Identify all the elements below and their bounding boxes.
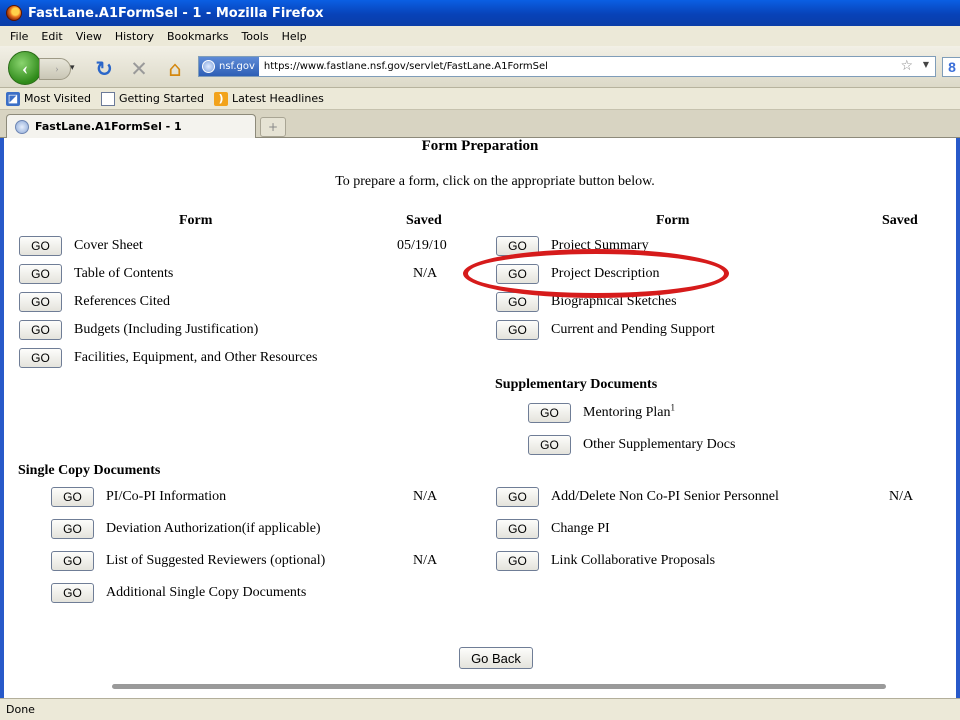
mentoring-plan-text: Mentoring Plan: [583, 405, 671, 420]
new-tab-button[interactable]: +: [260, 117, 286, 137]
intro-text: To prepare a form, click on the appropri…: [335, 174, 655, 189]
globe-icon: [202, 60, 215, 73]
form-label-deviation-authorization: Deviation Authorization(if applicable): [106, 521, 321, 536]
menu-file[interactable]: File: [10, 30, 28, 43]
plus-icon: +: [267, 120, 279, 134]
go-button-table-of-contents[interactable]: GO: [19, 264, 62, 284]
go-back-button[interactable]: Go Back: [459, 647, 533, 669]
back-button[interactable]: ‹: [8, 51, 42, 85]
bookmark-label: Latest Headlines: [232, 92, 324, 105]
firefox-icon: [6, 5, 22, 21]
status-text: Done: [6, 703, 35, 716]
home-icon[interactable]: ⌂: [162, 56, 188, 82]
go-button-link-collaborative[interactable]: GO: [496, 551, 539, 571]
menu-tools[interactable]: Tools: [241, 30, 268, 43]
bookmark-most-visited[interactable]: ◪ Most Visited: [6, 91, 91, 106]
go-button-suggested-reviewers[interactable]: GO: [51, 551, 94, 571]
form-label-senior-personnel: Add/Delete Non Co-PI Senior Personnel: [551, 489, 779, 504]
header-form-left: Form: [179, 213, 213, 228]
form-label-pi-info: PI/Co-PI Information: [106, 489, 227, 504]
history-dropdown-icon[interactable]: ▾: [70, 62, 75, 73]
bookmark-getting-started[interactable]: Getting Started: [100, 91, 204, 106]
go-button-deviation-authorization[interactable]: GO: [51, 519, 94, 539]
bookmark-star-icon[interactable]: ☆: [900, 58, 913, 74]
go-button-pi-info[interactable]: GO: [51, 487, 94, 507]
header-form-right: Form: [656, 213, 690, 228]
saved-date-pi-info: N/A: [413, 489, 438, 504]
menu-bookmarks[interactable]: Bookmarks: [167, 30, 228, 43]
single-copy-heading: Single Copy Documents: [18, 463, 161, 478]
back-arrow-icon: ‹: [22, 57, 28, 78]
form-label-other-supplementary: Other Supplementary Docs: [583, 437, 736, 452]
status-bar: Done: [0, 698, 960, 720]
menu-history[interactable]: History: [115, 30, 154, 43]
saved-date-table-of-contents: N/A: [413, 266, 438, 281]
form-label-change-pi: Change PI: [551, 521, 610, 536]
go-button-mentoring-plan[interactable]: GO: [528, 403, 571, 423]
horizontal-scrollbar[interactable]: [112, 684, 886, 689]
header-saved-left: Saved: [406, 213, 442, 228]
tab-label: FastLane.A1FormSel - 1: [35, 120, 182, 133]
most-visited-icon: ◪: [6, 91, 20, 106]
page-content: Form Preparation To prepare a form, clic…: [0, 138, 960, 698]
bookmark-latest-headlines[interactable]: ) Latest Headlines: [214, 91, 324, 106]
address-bar[interactable]: nsf.gov https://www.fastlane.nsf.gov/ser…: [198, 56, 936, 77]
go-button-cover-sheet[interactable]: GO: [19, 236, 62, 256]
window-title: FastLane.A1FormSel - 1 - Mozilla Firefox: [28, 5, 324, 21]
tab-fastlane[interactable]: FastLane.A1FormSel - 1: [6, 114, 256, 138]
tab-strip: FastLane.A1FormSel - 1 +: [0, 110, 960, 138]
form-label-table-of-contents: Table of Contents: [74, 266, 174, 281]
menu-bar: File Edit View History Bookmarks Tools H…: [0, 26, 960, 46]
form-label-references-cited: References Cited: [74, 294, 171, 309]
site-identity-label: nsf.gov: [219, 61, 255, 72]
go-button-additional-single-copy[interactable]: GO: [51, 583, 94, 603]
favicon-icon: [15, 119, 29, 134]
stop-icon[interactable]: ✕: [126, 56, 152, 82]
saved-date-cover-sheet: 05/19/10: [397, 238, 447, 253]
form-label-facilities: Facilities, Equipment, and Other Resourc…: [74, 350, 318, 365]
search-engine-icon[interactable]: 8: [942, 57, 960, 77]
form-label-additional-single-copy: Additional Single Copy Documents: [106, 585, 307, 600]
supplementary-heading: Supplementary Documents: [495, 377, 658, 392]
form-label-budgets: Budgets (Including Justification): [74, 322, 259, 337]
menu-edit[interactable]: Edit: [41, 30, 62, 43]
go-button-senior-personnel[interactable]: GO: [496, 487, 539, 507]
window-titlebar: FastLane.A1FormSel - 1 - Mozilla Firefox: [0, 0, 960, 26]
go-button-facilities[interactable]: GO: [19, 348, 62, 368]
form-label-current-pending-support: Current and Pending Support: [551, 322, 715, 337]
url-text[interactable]: https://www.fastlane.nsf.gov/servlet/Fas…: [264, 61, 548, 72]
forward-button[interactable]: ›: [39, 58, 71, 80]
search-engine-glyph: 8: [948, 59, 956, 75]
bookmarks-toolbar: ◪ Most Visited Getting Started ) Latest …: [0, 88, 960, 110]
go-button-budgets[interactable]: GO: [19, 320, 62, 340]
url-dropdown-icon[interactable]: ▼: [923, 60, 929, 69]
form-label-cover-sheet: Cover Sheet: [74, 238, 143, 253]
go-button-change-pi[interactable]: GO: [496, 519, 539, 539]
menu-view[interactable]: View: [76, 30, 102, 43]
menu-help[interactable]: Help: [282, 30, 307, 43]
form-label-suggested-reviewers: List of Suggested Reviewers (optional): [106, 553, 326, 568]
bookmark-label: Getting Started: [118, 92, 204, 105]
red-highlight-ellipse: [463, 249, 729, 298]
page-title: Form Preparation: [421, 138, 539, 154]
footnote-marker: 1: [670, 402, 676, 413]
rss-feed-icon: ): [214, 91, 228, 106]
reload-icon[interactable]: ↻: [91, 56, 117, 82]
forward-arrow-icon: ›: [55, 63, 59, 75]
form-label-mentoring-plan: Mentoring Plan1: [583, 402, 676, 421]
form-label-link-collaborative: Link Collaborative Proposals: [551, 553, 716, 568]
page-icon: [100, 91, 115, 106]
bookmark-label: Most Visited: [24, 92, 91, 105]
header-saved-right: Saved: [882, 213, 918, 228]
saved-date-suggested-reviewers: N/A: [413, 553, 438, 568]
go-button-references-cited[interactable]: GO: [19, 292, 62, 312]
site-identity-button[interactable]: nsf.gov: [199, 57, 259, 76]
go-button-current-pending-support[interactable]: GO: [496, 320, 539, 340]
saved-date-senior-personnel: N/A: [889, 489, 914, 504]
go-button-other-supplementary[interactable]: GO: [528, 435, 571, 455]
